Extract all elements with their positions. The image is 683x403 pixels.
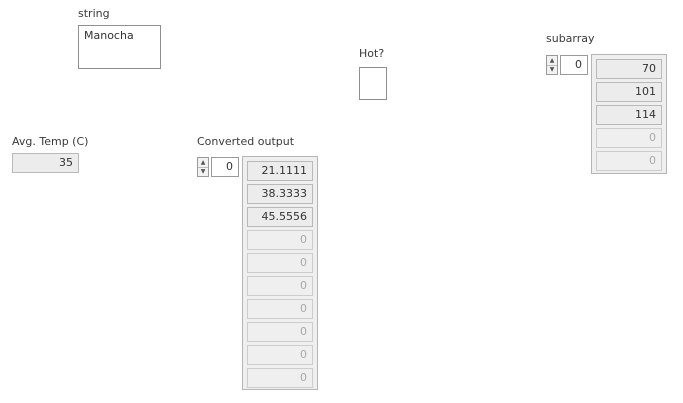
array-element: 0 <box>596 128 662 148</box>
array-element: 21.1111 <box>247 161 313 181</box>
converted-output-index-control[interactable]: ▲ ▼ 0 <box>197 157 239 177</box>
hot-boolean-indicator <box>359 67 387 100</box>
array-element: 101 <box>596 82 662 102</box>
converted-output-array: 21.1111 38.3333 45.5556 0 0 0 0 0 0 0 <box>242 156 318 390</box>
subarray-array: 70 101 114 0 0 <box>591 54 667 174</box>
array-element: 114 <box>596 105 662 125</box>
array-element: 38.3333 <box>247 184 313 204</box>
subarray-spinner[interactable]: ▲ ▼ <box>546 55 558 75</box>
string-input[interactable]: Manocha <box>78 25 161 69</box>
spin-down-icon[interactable]: ▼ <box>547 65 557 74</box>
string-label: string <box>78 7 110 20</box>
array-element: 0 <box>247 299 313 319</box>
subarray-index-control[interactable]: ▲ ▼ 0 <box>546 55 588 75</box>
avg-temp-label: Avg. Temp (C) <box>12 135 89 148</box>
array-element: 0 <box>247 345 313 365</box>
spin-down-icon[interactable]: ▼ <box>198 167 208 176</box>
converted-output-index-input[interactable]: 0 <box>211 157 239 177</box>
subarray-index-input[interactable]: 0 <box>560 55 588 75</box>
converted-output-spinner[interactable]: ▲ ▼ <box>197 157 209 177</box>
avg-temp-indicator: 35 <box>12 153 79 173</box>
array-element: 0 <box>596 151 662 171</box>
array-element: 0 <box>247 276 313 296</box>
array-element: 0 <box>247 368 313 388</box>
array-element: 0 <box>247 322 313 342</box>
subarray-label: subarray <box>546 32 595 45</box>
array-element: 70 <box>596 59 662 79</box>
hot-label: Hot? <box>359 47 385 60</box>
converted-output-label: Converted output <box>197 135 295 148</box>
array-element: 0 <box>247 253 313 273</box>
array-element: 0 <box>247 230 313 250</box>
array-element: 45.5556 <box>247 207 313 227</box>
